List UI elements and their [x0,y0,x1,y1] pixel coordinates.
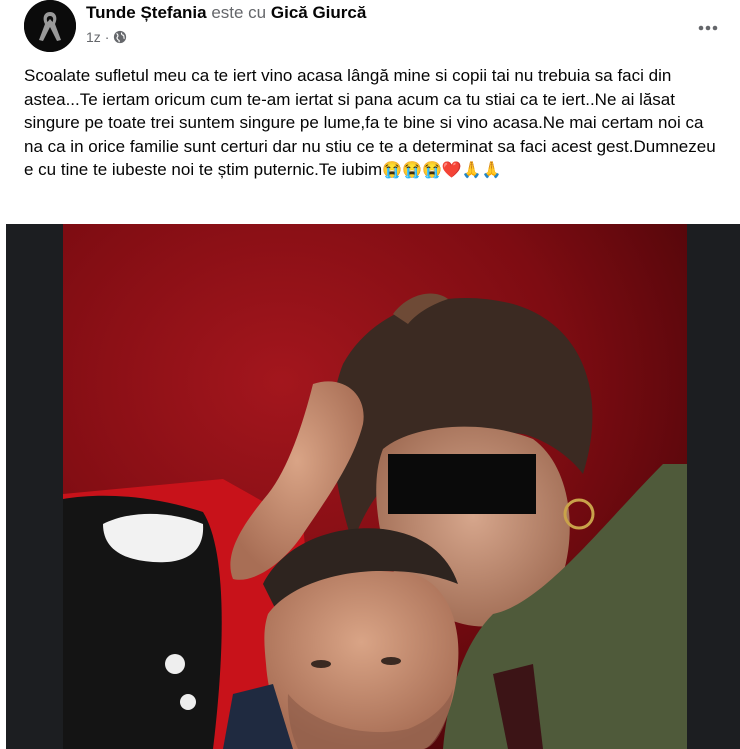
post-header: Tunde Ștefania este cu Gică Giurcă 1z · [0,0,740,60]
more-horizontal-icon [698,25,718,31]
post-time[interactable]: 1z [86,28,101,46]
author-avatar[interactable] [24,0,76,52]
author-line: Tunde Ștefania este cu Gică Giurcă [86,2,366,24]
post-emojis: 😭😭😭❤️🙏🙏 [382,162,502,179]
post-message-text: Scoalate sufletul meu ca te iert vino ac… [24,66,716,179]
post-meta: 1z · [86,28,127,46]
globe-icon [114,30,127,44]
post-message: Scoalate sufletul meu ca te iert vino ac… [24,64,724,183]
more-options-button[interactable] [690,10,726,46]
tagged-name[interactable]: Gică Giurcă [271,3,366,22]
author-name[interactable]: Tunde Ștefania [86,3,207,22]
photo-illustration [63,224,687,749]
meta-separator: · [104,29,110,45]
post-photo[interactable] [63,224,687,749]
with-text: este cu [211,3,267,22]
mourning-ribbon-icon [24,0,76,52]
post-photo-frame[interactable] [6,224,740,749]
